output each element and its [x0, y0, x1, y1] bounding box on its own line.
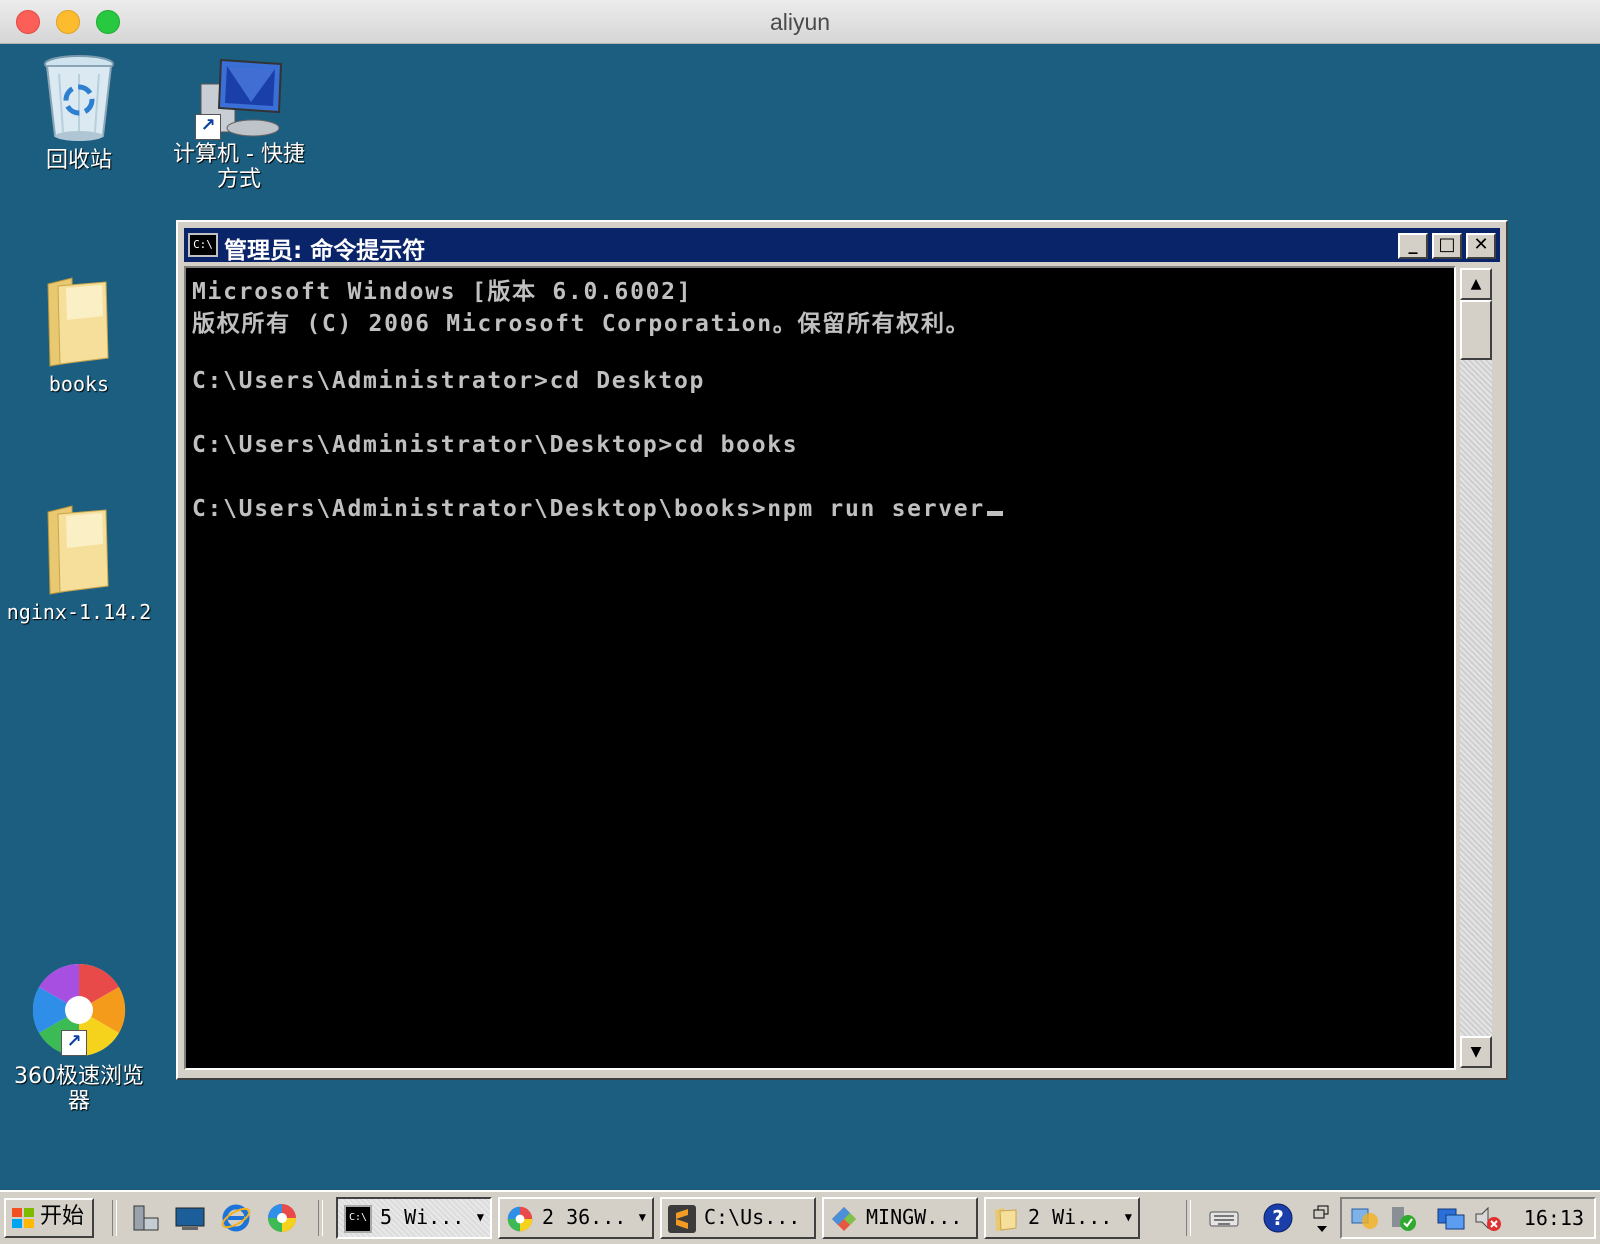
taskbar-separator — [112, 1200, 117, 1236]
clock[interactable]: 16:13 — [1524, 1199, 1584, 1237]
cmd-window: C:\ 管理员: 命令提示符 _ □ ✕ Microsoft Windows [… — [176, 220, 1508, 1080]
desktop-icon-books-folder[interactable]: books — [4, 276, 154, 397]
start-label: 开始 — [40, 1204, 85, 1229]
desktop-icon-360-browser[interactable]: ↗ 360极速浏览器 — [4, 960, 154, 1114]
cmd-window-title: 管理员: 命令提示符 — [224, 238, 426, 264]
task-label: 2 Wi... — [1028, 1205, 1113, 1229]
desktop-icon-label: 360极速浏览器 — [14, 1064, 144, 1114]
task-label: C:\Us... — [704, 1205, 801, 1229]
desktop-icon-label: 计算机 - 快捷方式 — [173, 142, 305, 192]
cmd-titlebar[interactable]: C:\ 管理员: 命令提示符 _ □ ✕ — [184, 228, 1500, 264]
vertical-scrollbar[interactable]: ▲ ▼ — [1460, 268, 1492, 1068]
desktop-icon-computer-shortcut[interactable]: ↗ 计算机 - 快捷方式 — [164, 56, 314, 192]
maximize-button[interactable]: □ — [1432, 233, 1462, 259]
shortcut-arrow-icon: ↗ — [61, 1030, 87, 1056]
desktop-icon-label: 回收站 — [45, 148, 112, 173]
network-icon[interactable] — [1350, 1203, 1380, 1233]
volume-muted-icon[interactable] — [1472, 1203, 1502, 1233]
console-line: Microsoft Windows [版本 6.0.6002] — [192, 279, 693, 305]
360-browser-icon — [507, 1206, 533, 1232]
security-shield-icon[interactable] — [1388, 1203, 1418, 1233]
help-icon[interactable]: ? — [1262, 1202, 1294, 1234]
taskbar-group-cmd[interactable]: C:\ 5 Wi... ▼ — [336, 1197, 492, 1239]
folder-icon — [47, 505, 109, 595]
task-label: MINGW... — [866, 1205, 963, 1229]
scroll-up-button[interactable]: ▲ — [1460, 268, 1492, 300]
console-line: C:\Users\Administrator\Desktop\books>npm… — [192, 496, 985, 522]
scroll-down-button[interactable]: ▼ — [1460, 1036, 1492, 1068]
taskbar-separator — [1186, 1200, 1191, 1236]
console-line: C:\Users\Administrator\Desktop>cd books — [192, 432, 799, 458]
360-browser-icon[interactable] — [266, 1202, 298, 1234]
internet-explorer-icon[interactable] — [220, 1202, 252, 1234]
taskbar-separator — [318, 1200, 323, 1236]
desktop-icon-label: nginx-1.14.2 — [6, 600, 152, 624]
console-prompt-line: C:\Users\Administrator\Desktop\books>npm… — [192, 496, 1003, 522]
windows-logo-icon — [12, 1208, 34, 1228]
task-label: 5 Wi... — [380, 1205, 465, 1229]
git-bash-icon — [832, 1207, 856, 1231]
desktop-icon-recycle-bin[interactable]: 回收站 — [4, 52, 154, 173]
keyboard-icon[interactable] — [1208, 1202, 1240, 1234]
console-output[interactable]: Microsoft Windows [版本 6.0.6002] 版权所有 (C)… — [184, 266, 1456, 1070]
text-cursor — [986, 511, 1003, 516]
minimize-button[interactable]: _ — [1398, 233, 1428, 259]
scroll-thumb[interactable] — [1460, 300, 1492, 360]
taskbar-item-sublime[interactable]: C:\Us... — [660, 1197, 816, 1239]
sublime-text-icon — [668, 1205, 696, 1233]
dropdown-arrow-icon: ▼ — [476, 1210, 484, 1224]
folder-icon — [995, 1208, 1017, 1231]
desktop-icon-nginx-folder[interactable]: nginx-1.14.2 — [4, 504, 154, 625]
taskbar-group-360[interactable]: 2 36... ▼ — [498, 1197, 654, 1239]
recycle-bin-icon — [44, 55, 114, 141]
taskbar-item-mingw[interactable]: MINGW... — [822, 1197, 978, 1239]
dropdown-arrow-icon: ▼ — [638, 1210, 646, 1224]
server-manager-icon[interactable] — [130, 1202, 162, 1234]
host-window-titlebar: aliyun — [0, 0, 1600, 44]
close-button[interactable]: ✕ — [1466, 233, 1496, 259]
console-line: C:\Users\Administrator>cd Desktop — [192, 368, 706, 394]
dropdown-arrow-icon: ▼ — [1124, 1210, 1132, 1224]
restore-windows-icon[interactable] — [1312, 1202, 1332, 1234]
cmd-app-icon[interactable]: C:\ — [188, 233, 218, 257]
folder-icon — [47, 277, 109, 367]
start-button[interactable]: 开始 — [4, 1198, 94, 1238]
task-label: 2 36... — [542, 1205, 627, 1229]
taskbar: 开始 C:\ 5 Wi... ▼ 2 36... ▼ C:\Us... MING… — [0, 1190, 1600, 1244]
cmd-icon: C:\ — [344, 1205, 372, 1233]
host-window-title: aliyun — [769, 9, 831, 35]
shortcut-arrow-icon: ↗ — [195, 114, 221, 140]
taskbar-group-explorer[interactable]: 2 Wi... ▼ — [984, 1197, 1140, 1239]
svg-text:?: ? — [1272, 1206, 1284, 1230]
network-connection-icon[interactable] — [1436, 1203, 1466, 1233]
console-line: 版权所有 (C) 2006 Microsoft Corporation。保留所有… — [192, 311, 971, 337]
system-tray: 16:13 — [1340, 1197, 1596, 1239]
desktop-icon-label: books — [48, 372, 110, 396]
show-desktop-icon[interactable] — [174, 1202, 206, 1234]
